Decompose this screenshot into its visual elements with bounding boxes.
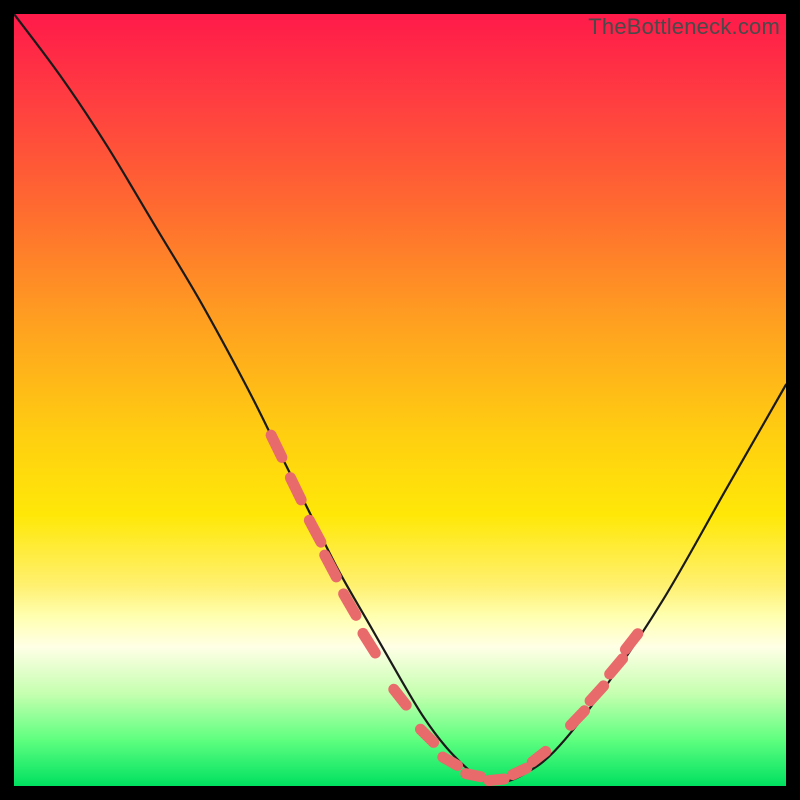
marker-dash: [625, 634, 637, 650]
marker-dash: [394, 689, 406, 705]
chart-frame: TheBottleneck.com: [0, 0, 800, 800]
bottleneck-curve: [14, 14, 786, 783]
marker-dash: [610, 659, 623, 674]
marker-dash: [443, 757, 458, 765]
marker-dash: [590, 686, 604, 701]
marker-dash: [513, 768, 527, 775]
highlight-markers: [271, 435, 638, 780]
marker-dash: [571, 711, 585, 726]
marker-dash: [309, 520, 321, 542]
plot-area: TheBottleneck.com: [14, 14, 786, 786]
marker-dash: [421, 729, 434, 742]
marker-dash: [466, 774, 481, 777]
marker-dash: [271, 435, 282, 457]
marker-dash: [489, 779, 504, 781]
marker-dash: [325, 555, 337, 577]
marker-dash: [290, 478, 301, 500]
marker-dash: [363, 633, 375, 653]
curve-layer: [14, 14, 786, 786]
